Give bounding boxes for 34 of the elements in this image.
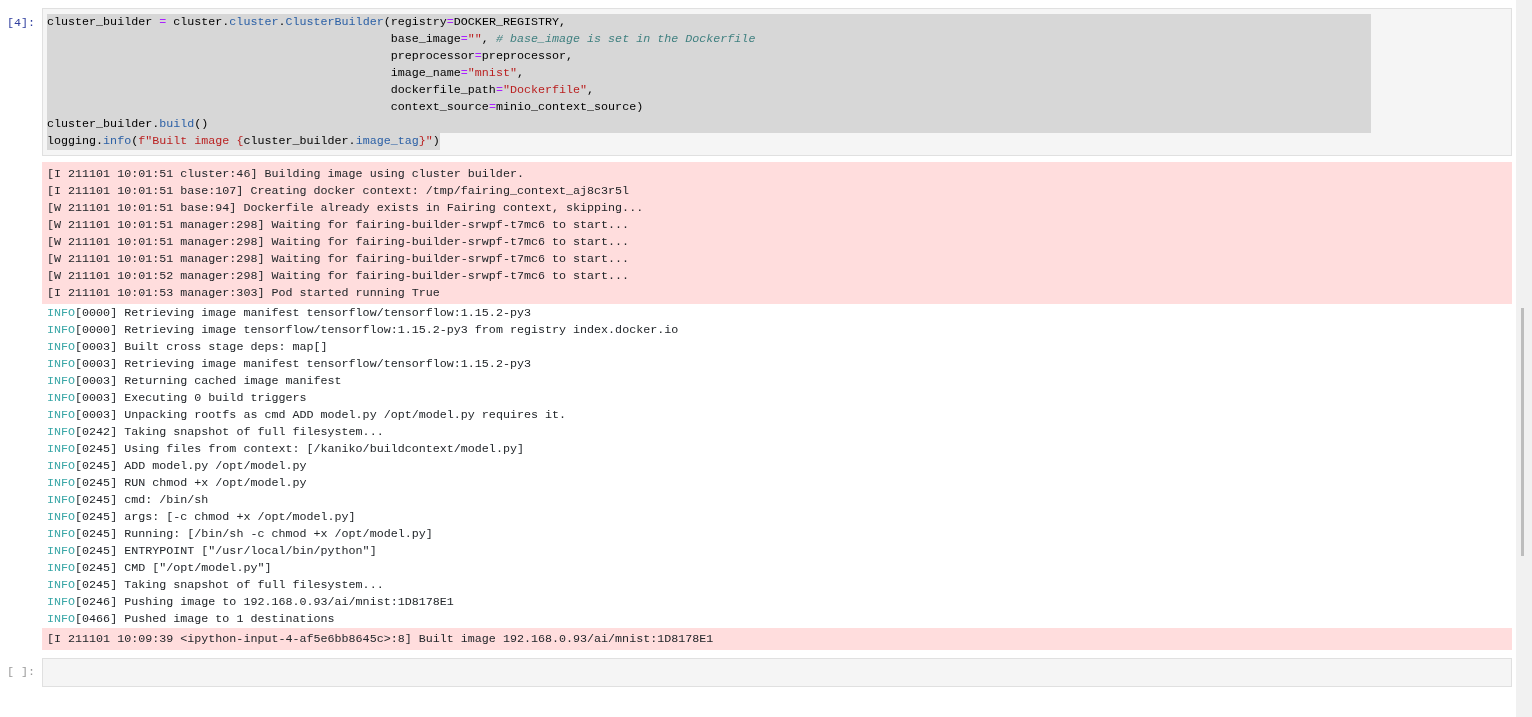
output-line: INFO[0000] Retrieving image tensorflow/tensorflow:1.15.2-py3 from registry index.docker.io [47,322,680,339]
code-input-field[interactable] [42,8,1512,156]
output-line: [W 211101 10:01:51 base:94] Dockerfile already exists in Fairing context, skipping... [47,200,645,217]
output-line: INFO[0003] Executing 0 build triggers [47,390,308,407]
output-line: INFO[0245] cmd: /bin/sh [47,492,210,509]
output-line: INFO[0003] Returning cached image manifest [47,373,343,390]
output-line: INFO[0003] Built cross stage deps: map[] [47,339,329,356]
scrollbar[interactable] [1516,0,1532,717]
output-line: INFO[0245] Running: [/bin/sh -c chmod +x /opt/model.py] [47,526,434,543]
output-line: INFO[0245] Taking snapshot of full filesystem... [47,577,385,594]
output-line: INFO[0245] Using files from context: [/kaniko/buildcontext/model.py] [47,441,525,458]
output-line: [W 211101 10:01:51 manager:298] Waiting for fairing-builder-srwpf-t7mc6 to start... [47,234,631,251]
output-line: INFO[0000] Retrieving image manifest tensorflow/tensorflow:1.15.2-py3 [47,305,532,322]
output-line: INFO[0245] CMD ["/opt/model.py"] [47,560,273,577]
code-input-field[interactable] [42,658,1512,687]
output-line: INFO[0245] RUN chmod +x /opt/model.py [47,475,308,492]
output-line: INFO[0242] Taking snapshot of full filesystem... [47,424,385,441]
output-line: INFO[0245] args: [-c chmod +x /opt/model.py] [47,509,357,526]
output-line: INFO[0246] Pushing image to 192.168.0.93/ai/mnist:1D8178E1 [47,594,455,611]
output-line: INFO[0003] Retrieving image manifest tensorflow/tensorflow:1.15.2-py3 [47,356,532,373]
output-line: INFO[0245] ADD model.py /opt/model.py [47,458,308,475]
cell-prompt: [4]: [6,15,37,32]
output-line: INFO[0466] Pushed image to 1 destinations [47,611,336,628]
output-line: [W 211101 10:01:51 manager:298] Waiting for fairing-builder-srwpf-t7mc6 to start... [47,217,631,234]
output-line: [I 211101 10:01:53 manager:303] Pod started running True [47,285,441,302]
output-line: [I 211101 10:09:39 <ipython-input-4-af5e6bb8645c>:8] Built image 192.168.0.93/ai/mnist:1D8178E1 [47,631,715,648]
output-line: [W 211101 10:01:51 manager:298] Waiting for fairing-builder-srwpf-t7mc6 to start... [47,251,631,268]
output-line: [I 211101 10:01:51 cluster:46] Building image using cluster builder. [47,166,525,183]
cell-prompt: [ ]: [6,664,37,681]
output-line: [I 211101 10:01:51 base:107] Creating docker context: /tmp/fairing_context_aj8c3r5l [47,183,631,200]
output-line: [W 211101 10:01:52 manager:298] Waiting for fairing-builder-srwpf-t7mc6 to start... [47,268,631,285]
output-line: INFO[0245] ENTRYPOINT ["/usr/local/bin/python"] [47,543,378,560]
scrollbar-thumb[interactable] [1521,308,1524,556]
output-line: INFO[0003] Unpacking rootfs as cmd ADD model.py /opt/model.py requires it. [47,407,568,424]
